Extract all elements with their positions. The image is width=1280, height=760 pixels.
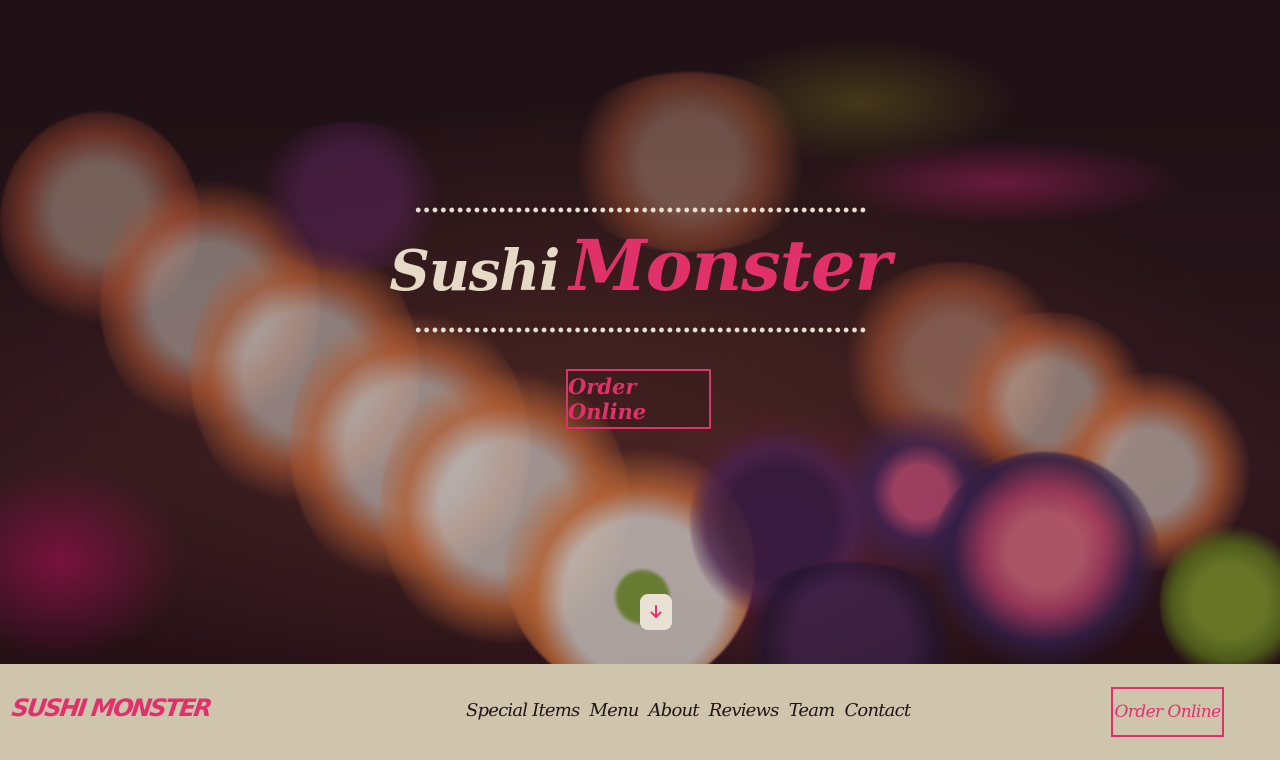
- nav-link-contact[interactable]: Contact: [844, 700, 911, 721]
- navbar: SUSHI MONSTER Special Items Menu About R…: [0, 664, 1280, 760]
- hero-title: Sushi Monster: [390, 224, 892, 314]
- dotted-divider-bottom: [414, 327, 866, 333]
- hero-title-monster: Monster: [569, 224, 891, 307]
- nav-link-about[interactable]: About: [649, 700, 700, 721]
- hero-section: Sushi Monster Order Online: [0, 2, 1280, 664]
- nav-link-reviews[interactable]: Reviews: [709, 700, 780, 721]
- nav-link-team[interactable]: Team: [789, 700, 836, 721]
- hero-content: Sushi Monster Order Online: [0, 2, 1280, 664]
- dotted-divider-top: [414, 207, 866, 213]
- nav-links: Special Items Menu About Reviews Team Co…: [466, 700, 911, 721]
- nav-link-menu[interactable]: Menu: [589, 700, 639, 721]
- nav-order-online-button[interactable]: Order Online: [1111, 687, 1224, 737]
- nav-logo[interactable]: SUSHI MONSTER: [10, 694, 212, 722]
- hero-title-sushi: Sushi: [389, 238, 561, 304]
- page: Sushi Monster Order Online SUSHI MONSTER…: [0, 0, 1280, 760]
- scroll-down-button[interactable]: [640, 594, 672, 630]
- arrow-down-icon: [650, 605, 662, 618]
- hero-order-online-button[interactable]: Order Online: [566, 369, 711, 429]
- nav-link-special-items[interactable]: Special Items: [466, 700, 580, 721]
